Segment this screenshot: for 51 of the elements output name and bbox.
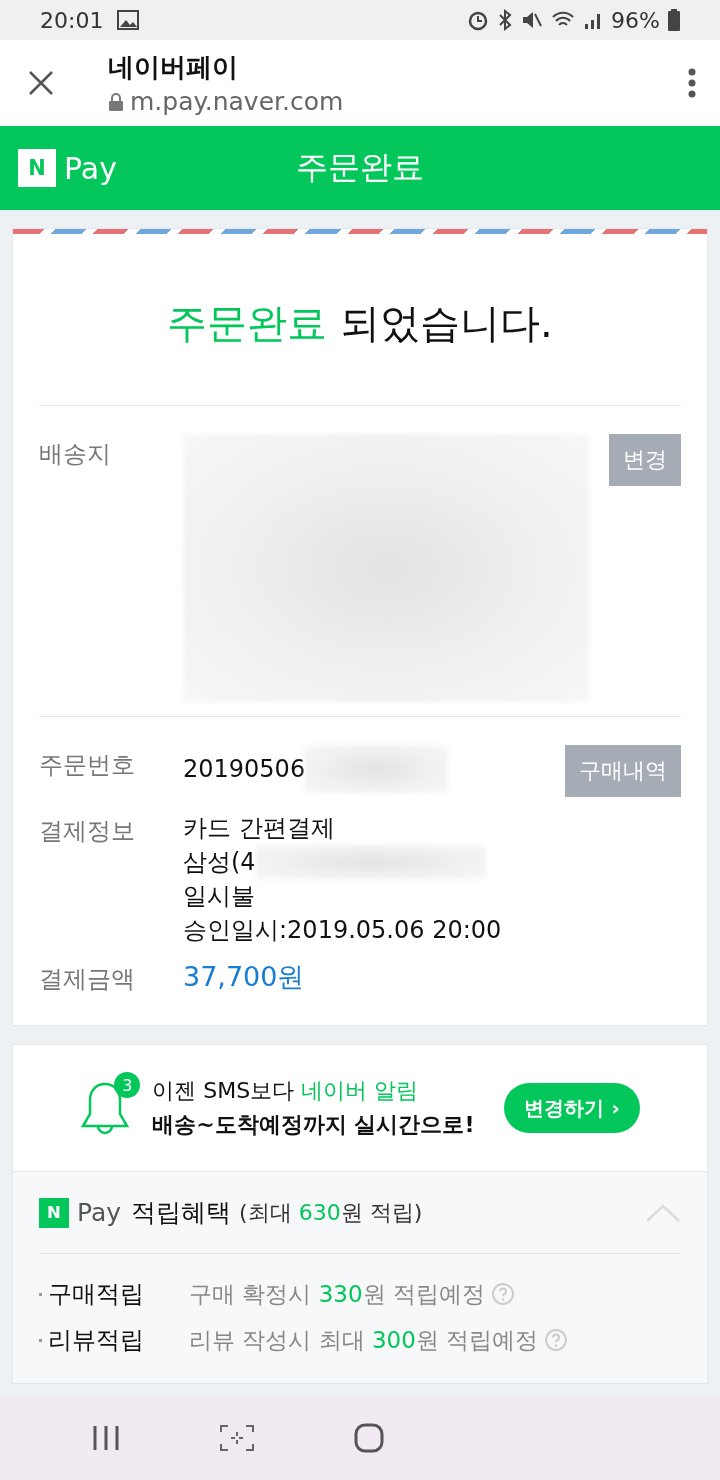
benefit-text: 300 [371, 1326, 416, 1353]
notice-text: 배송~도착예정까지 실시간으로! [152, 1111, 475, 1139]
n-logo: N [18, 149, 56, 187]
battery-percent: 96% [611, 7, 660, 33]
mute-icon [521, 9, 544, 31]
benefit-label: 리뷰적립 [48, 1325, 144, 1356]
purchase-history-button[interactable]: 구매내역 [565, 745, 681, 797]
benefit-label: 구매적립 [48, 1279, 144, 1310]
payment-detail: 카드 간편결제 [183, 813, 335, 844]
close-icon[interactable] [28, 70, 54, 96]
url-text: m.pay.naver.com [130, 87, 344, 116]
payment-detail: 승인일시:2019.05.06 20:00 [183, 915, 502, 946]
recent-apps-icon[interactable] [92, 1423, 120, 1452]
payment-detail: 삼성(4 [183, 847, 256, 878]
home-icon[interactable] [354, 1422, 384, 1453]
benefit-text: 원 적립예정 [415, 1326, 539, 1353]
completion-message: 주문완료 [167, 300, 328, 346]
benefit-text: 리뷰 작성시 최대 [189, 1326, 366, 1353]
pay-logo-text: Pay [77, 1198, 122, 1227]
completion-message: 되었습니다. [339, 300, 553, 346]
screen-capture-icon[interactable] [220, 1424, 254, 1451]
n-logo: N [39, 1197, 69, 1228]
pay-logo-text: Pay [64, 150, 117, 186]
clock: 20:01 [40, 7, 104, 33]
page-title: 네이버페이 [108, 51, 239, 84]
lock-icon [108, 92, 124, 111]
header-title: 주문완료 [296, 147, 424, 188]
benefits-summary: (최대 [239, 1199, 293, 1225]
more-icon[interactable] [688, 68, 696, 98]
benefits-summary: 원 적립) [340, 1199, 423, 1225]
alarm-icon [467, 9, 490, 31]
notice-text: 이젠 SMS보다 [152, 1078, 296, 1103]
change-button[interactable]: 변경 [609, 434, 681, 486]
benefits-title: 적립혜택 [131, 1197, 232, 1229]
benefits-summary: 630 [298, 1199, 341, 1225]
field-label: 결제금액 [39, 964, 136, 995]
field-label: 배송지 [39, 439, 112, 470]
battery-icon [668, 9, 680, 31]
payment-detail: 일시불 [183, 881, 255, 912]
image-icon [117, 10, 140, 30]
notice-text: 네이버 알림 [301, 1078, 419, 1103]
bluetooth-icon [497, 9, 514, 31]
payment-amount: 37,700원 [183, 960, 305, 994]
benefit-text: 원 적립예정 [362, 1280, 485, 1307]
order-number: 20190506 [183, 754, 306, 785]
change-button[interactable]: 변경하기 › [504, 1083, 640, 1133]
field-label: 결제정보 [39, 816, 136, 847]
benefit-text: 330 [318, 1280, 363, 1307]
benefit-text: 구매 확정시 [189, 1280, 313, 1307]
count-badge: 3 [114, 1072, 141, 1098]
field-label: 주문번호 [39, 750, 136, 781]
